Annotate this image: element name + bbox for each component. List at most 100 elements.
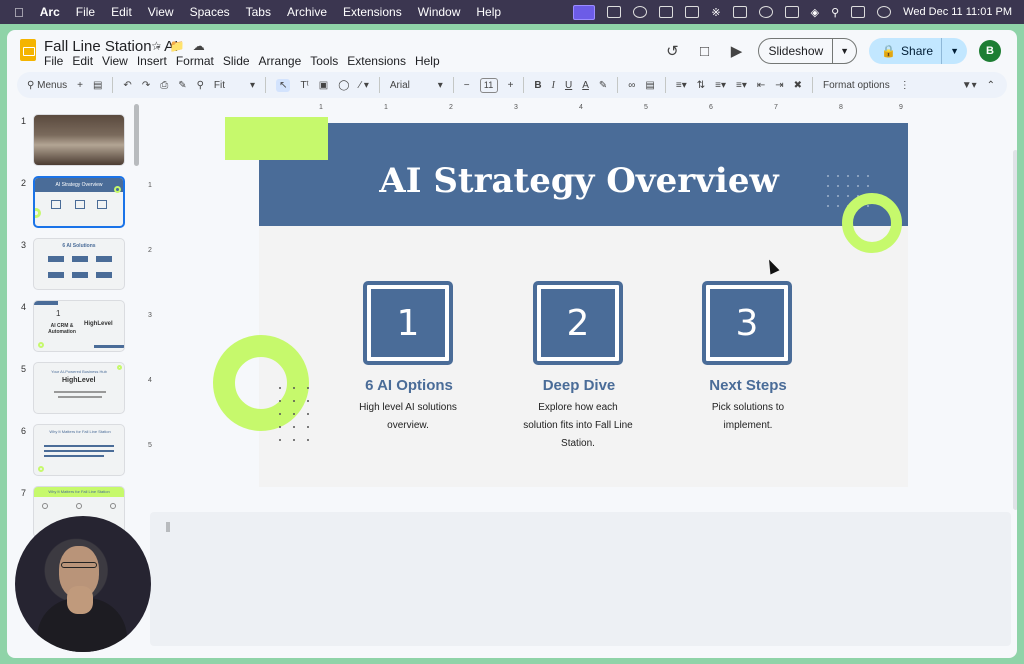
gear-icon[interactable] [633,6,648,18]
font-size-increase[interactable]: + [508,80,514,91]
mac-menu-extensions[interactable]: Extensions [343,5,402,19]
mac-menu-tabs[interactable]: Tabs [246,5,271,19]
search-icon[interactable]: ⚲ [831,6,839,19]
text-color-icon[interactable]: A [582,80,589,91]
menu-view[interactable]: View [102,54,128,68]
thumb-row-4[interactable]: 4 1 AI CRM & Automation HighLevel [7,300,137,356]
mac-menu-archive[interactable]: Archive [287,5,327,19]
thumb-row-6[interactable]: 6 Why It Matters for Fall Line Station [7,424,137,480]
menu-format[interactable]: Format [176,54,214,68]
slideshow-button[interactable]: Slideshow ▼ [758,38,858,64]
pen-mode-icon[interactable]: ▼▾ [962,80,977,91]
bluetooth-icon[interactable]: ※ [711,6,720,19]
menu-slide[interactable]: Slide [223,54,250,68]
menu-insert[interactable]: Insert [137,54,167,68]
collapse-toolbar-icon[interactable]: ⌃ [987,80,995,91]
thumb-row-3[interactable]: 3 6 AI Solutions [7,238,137,294]
font-size-input[interactable]: 11 [479,77,498,93]
grid-menu-icon[interactable] [659,6,674,18]
move-folder-icon[interactable]: 📁 [170,39,185,53]
line-spacing-icon[interactable]: ⇅ [697,80,705,91]
screen-mirror-icon[interactable] [732,6,747,18]
menu-arrange[interactable]: Arrange [259,54,302,68]
speaker-notes[interactable] [150,512,1011,646]
underline-button[interactable]: U [565,80,572,91]
new-slide-icon[interactable]: + [77,80,83,91]
mac-menu-spaces[interactable]: Spaces [190,5,230,19]
star-icon[interactable]: ☆ [151,39,162,53]
play-icon[interactable] [758,6,773,18]
font-size-decrease[interactable]: − [464,80,470,91]
meet-icon[interactable]: ▶ [726,41,746,61]
menus-search[interactable]: ⚲ Menus [27,80,67,91]
slides-logo-icon[interactable] [20,39,36,61]
control-center-icon[interactable] [851,6,866,18]
menu-edit[interactable]: Edit [72,54,93,68]
app-name[interactable]: Arc [40,5,60,19]
battery-icon[interactable] [784,6,799,18]
undo-icon[interactable]: ↶ [123,80,131,91]
siri-icon[interactable] [877,6,892,18]
number-box-2[interactable]: 2 [533,281,623,365]
slideshow-label[interactable]: Slideshow [759,39,834,63]
numbered-list-icon[interactable]: ≡▾ [736,80,747,91]
share-main[interactable]: 🔒 Share [869,38,943,64]
green-ring-decoration[interactable] [842,193,902,253]
indent-increase-icon[interactable]: ⇥ [775,80,783,91]
slide-thumbnail-4[interactable]: 1 AI CRM & Automation HighLevel [33,300,125,352]
bullet-list-icon[interactable]: ≡▾ [715,80,726,91]
clear-format-icon[interactable]: ✖ [794,80,802,91]
zoom-icon[interactable]: ⚲ [197,80,204,91]
slide-thumbnail-5[interactable]: Your AI-Powered Business Hub HighLevel [33,362,125,414]
paint-format-icon[interactable]: ✎ [178,80,186,91]
link-icon[interactable]: ∞ [628,80,635,91]
column-title-3[interactable]: Next Steps [673,377,823,394]
cloud-status-icon[interactable]: ☁ [193,39,205,53]
mac-menu-view[interactable]: View [148,5,174,19]
mac-menu-help[interactable]: Help [476,5,501,19]
column-desc-2[interactable]: Explore how each solution fits into Fall… [523,399,633,453]
mac-menu-edit[interactable]: Edit [111,5,132,19]
avatar[interactable]: B [979,40,1001,62]
line-icon[interactable]: ∕ ▾ [359,80,368,91]
font-select[interactable]: Arial ▾ [390,80,443,91]
slide-thumbnail-1[interactable] [33,114,125,166]
comment-add-icon[interactable]: ▤ [645,80,654,91]
redo-icon[interactable]: ↷ [142,80,150,91]
thumb-row-5[interactable]: 5 Your AI-Powered Business Hub HighLevel [7,362,137,418]
share-button[interactable]: 🔒 Share ▼ [869,38,967,64]
mac-menu-window[interactable]: Window [418,5,461,19]
text-box-icon[interactable]: Tᵗ [300,80,308,91]
italic-button[interactable]: I [552,80,555,91]
shape-icon[interactable]: ◯ [338,80,349,91]
battery-widget-icon[interactable] [607,6,622,18]
screen-record-icon[interactable] [573,4,596,20]
history-icon[interactable]: ↺ [662,41,682,61]
print-icon[interactable]: ⎙ [160,80,168,91]
align-icon[interactable]: ≡▾ [676,80,687,91]
wifi-icon[interactable]: ◈ [811,6,819,19]
number-box-3[interactable]: 3 [702,281,792,365]
highlight-icon[interactable]: ✎ [599,80,607,91]
column-title-1[interactable]: 6 AI Options [334,377,484,394]
format-options-button[interactable]: Format options [823,80,890,91]
select-cursor-icon[interactable]: ↖ [276,78,291,92]
green-rectangle-decoration[interactable] [225,117,328,160]
bold-button[interactable]: B [534,80,541,91]
number-box-1[interactable]: 1 [363,281,453,365]
column-title-2[interactable]: Deep Dive [504,377,654,394]
menu-extensions[interactable]: Extensions [347,54,406,68]
thumb-row-1[interactable]: 1 [7,114,137,170]
image-icon[interactable]: ▣ [319,80,328,91]
slide-thumbnail-6[interactable]: Why It Matters for Fall Line Station [33,424,125,476]
menu-file[interactable]: File [44,54,63,68]
canvas-scrollbar[interactable] [1013,150,1017,510]
chevron-down-icon[interactable]: ▼ [833,46,856,56]
thumb-row-2[interactable]: 2 AI Strategy Overview [7,176,137,232]
clock[interactable]: Wed Dec 11 11:01 PM [903,6,1012,18]
menu-tools[interactable]: Tools [310,54,338,68]
layout-icon[interactable]: ▤ [93,80,102,91]
column-desc-1[interactable]: High level AI solutions overview. [353,399,463,435]
indent-decrease-icon[interactable]: ⇤ [757,80,765,91]
apple-icon[interactable]:  [14,5,24,20]
